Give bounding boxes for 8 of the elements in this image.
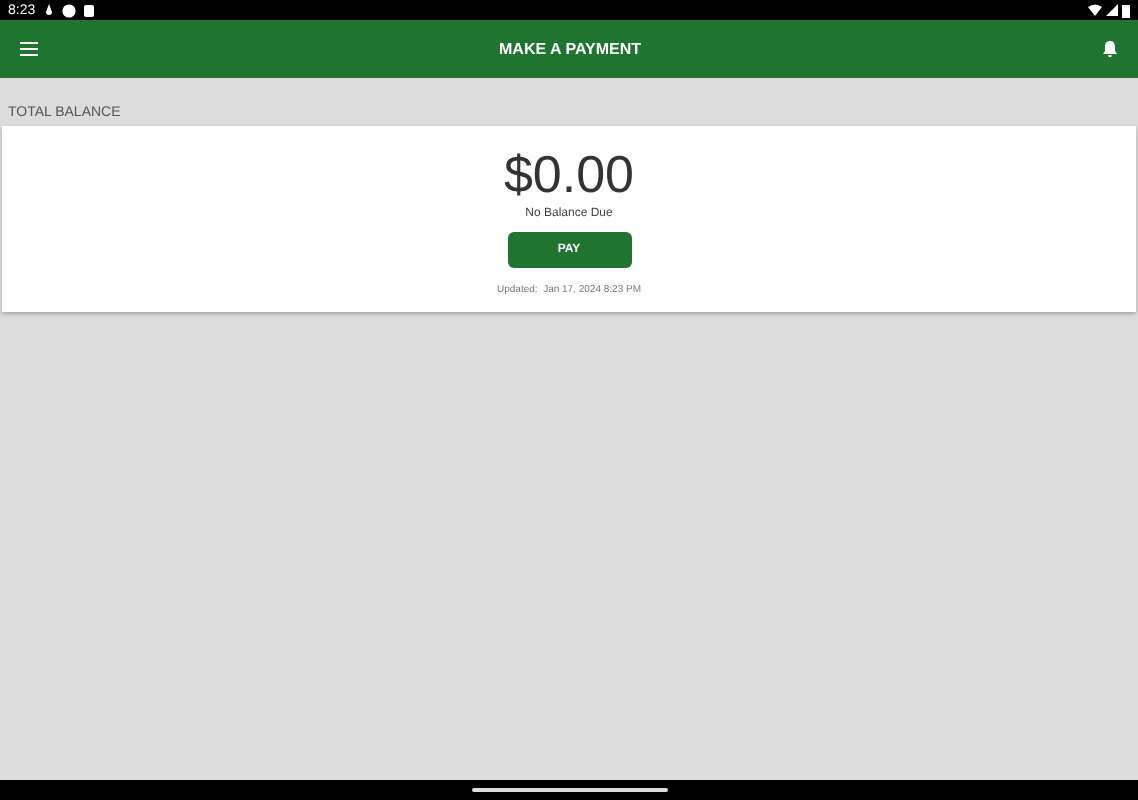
home-handle[interactable] xyxy=(471,788,667,792)
bell-icon[interactable] xyxy=(1102,40,1118,58)
screen-title: MAKE A PAYMENT xyxy=(497,40,643,58)
balance-amount: $0.00 xyxy=(503,144,635,204)
battery-icon xyxy=(1122,3,1130,17)
menu-icon[interactable] xyxy=(20,42,38,56)
wifi-icon xyxy=(1088,4,1102,16)
signal-icon xyxy=(1106,4,1118,16)
